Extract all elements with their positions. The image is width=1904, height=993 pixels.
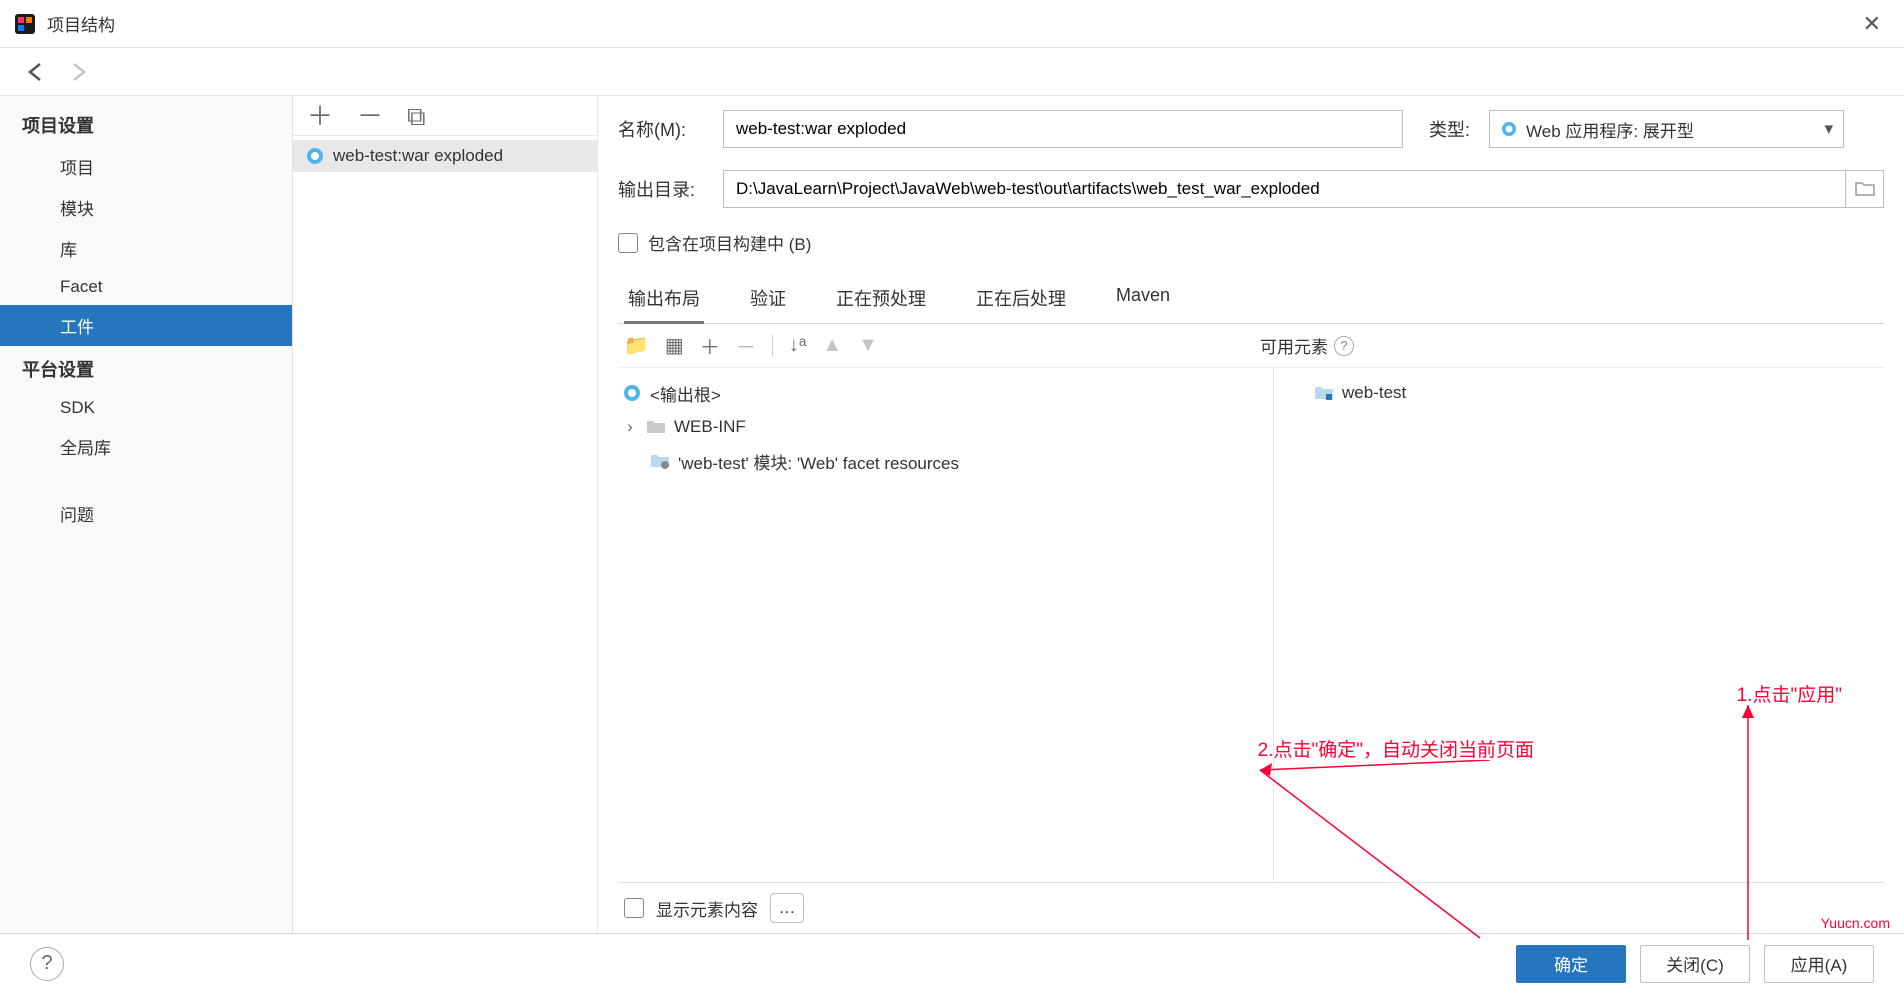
window-title: 项目结构 <box>47 11 115 36</box>
output-tree: <输出根> › WEB-INF 'web-test' 模块: 'Web' fac… <box>618 368 1274 882</box>
artifact-toolbar: ＋ － ⧉ <box>293 96 597 136</box>
type-select[interactable]: Web 应用程序: 展开型 ▾ <box>1489 110 1844 148</box>
titlebar: 项目结构 ✕ <box>0 0 1904 48</box>
folder-icon <box>646 417 666 437</box>
root-icon <box>622 383 642 403</box>
show-more-button[interactable]: … <box>770 893 804 923</box>
copy-icon[interactable]: ⧉ <box>407 103 426 129</box>
sidebar-item-project[interactable]: 项目 <box>0 146 292 187</box>
help-icon[interactable]: ? <box>1334 336 1354 356</box>
sidebar-item-libraries[interactable]: 库 <box>0 228 292 269</box>
back-arrow-icon[interactable] <box>24 60 48 84</box>
move-up-icon[interactable]: ▲ <box>822 334 842 357</box>
sidebar-header-project-settings: 项目设置 <box>0 102 292 146</box>
output-dir-label: 输出目录: <box>618 176 723 202</box>
sort-icon[interactable]: ↓ᵃ <box>789 334 806 357</box>
sidebar-item-facet[interactable]: Facet <box>0 269 292 305</box>
browse-folder-button[interactable] <box>1846 170 1884 208</box>
add-icon[interactable]: ＋ <box>307 103 333 129</box>
sidebar-header-platform-settings: 平台设置 <box>0 346 292 390</box>
sidebar-item-problems[interactable]: 问题 <box>0 493 292 534</box>
chevron-down-icon: ▾ <box>1824 119 1833 139</box>
tab-output-layout[interactable]: 输出布局 <box>624 275 704 324</box>
include-build-checkbox[interactable] <box>618 233 638 253</box>
content-panel: 名称(M): 类型: Web 应用程序: 展开型 ▾ 输出目录: 包含在项目构建… <box>598 96 1904 933</box>
sidebar-item-modules[interactable]: 模块 <box>0 187 292 228</box>
add-copy-icon[interactable]: ＋ <box>700 331 720 360</box>
output-dir-input[interactable] <box>723 170 1846 208</box>
tabs: 输出布局 验证 正在预处理 正在后处理 Maven <box>618 275 1884 324</box>
show-content-label: 显示元素内容 <box>656 896 758 921</box>
sidebar-item-sdk[interactable]: SDK <box>0 390 292 426</box>
remove-item-icon[interactable]: － <box>736 331 756 360</box>
ok-button[interactable]: 确定 <box>1516 945 1626 983</box>
artifact-list-label: web-test:war exploded <box>333 146 503 166</box>
tab-validate[interactable]: 验证 <box>746 275 790 323</box>
sidebar: 项目设置 项目 模块 库 Facet 工件 平台设置 SDK 全局库 问题 <box>0 96 293 933</box>
new-folder-icon[interactable]: 📁 <box>624 333 649 358</box>
facet-folder-icon <box>650 451 670 471</box>
forward-arrow-icon[interactable] <box>66 60 90 84</box>
tree-webinf-label[interactable]: WEB-INF <box>674 417 746 437</box>
tree-root-label[interactable]: <输出根> <box>650 381 721 406</box>
type-value: Web 应用程序: 展开型 <box>1526 117 1694 142</box>
apply-button[interactable]: 应用(A) <box>1764 945 1874 983</box>
include-build-label: 包含在项目构建中 (B) <box>648 230 811 255</box>
type-label: 类型: <box>1429 116 1489 142</box>
artifact-list-panel: ＋ － ⧉ web-test:war exploded <box>293 96 598 933</box>
intellij-logo-icon <box>15 14 35 34</box>
help-button[interactable]: ? <box>30 947 64 981</box>
sidebar-item-global-libs[interactable]: 全局库 <box>0 426 292 467</box>
new-archive-icon[interactable]: ▦ <box>665 333 684 358</box>
artifact-list-item[interactable]: web-test:war exploded <box>293 140 597 172</box>
name-label: 名称(M): <box>618 116 723 142</box>
move-down-icon[interactable]: ▼ <box>858 334 878 357</box>
tab-preprocess[interactable]: 正在预处理 <box>832 275 930 323</box>
name-input[interactable] <box>723 110 1403 148</box>
close-button[interactable]: 关闭(C) <box>1640 945 1750 983</box>
tab-postprocess[interactable]: 正在后处理 <box>972 275 1070 323</box>
layout-toolbar: 📁 ▦ ＋ － ↓ᵃ ▲ ▼ 可用元素 ? <box>618 324 1884 368</box>
module-folder-icon <box>1314 383 1334 403</box>
folder-icon <box>1855 181 1875 197</box>
available-tree-label[interactable]: web-test <box>1342 383 1406 403</box>
available-elements-header: 可用元素 ? <box>1260 333 1884 358</box>
watermark: Yuucn.com <box>1821 915 1890 931</box>
window-close-icon[interactable]: ✕ <box>1855 11 1889 37</box>
web-type-icon <box>1500 120 1518 138</box>
footer: ? 确定 关闭(C) 应用(A) <box>0 933 1904 993</box>
chevron-right-icon[interactable]: › <box>622 417 638 437</box>
available-elements-label: 可用元素 <box>1260 333 1328 358</box>
tree-facet-label[interactable]: 'web-test' 模块: 'Web' facet resources <box>678 449 959 474</box>
web-artifact-icon <box>305 146 325 166</box>
show-content-checkbox[interactable] <box>624 898 644 918</box>
nav-row <box>0 48 1904 96</box>
sidebar-item-artifacts[interactable]: 工件 <box>0 305 292 346</box>
remove-icon[interactable]: － <box>357 103 383 129</box>
available-tree: web-test <box>1274 368 1884 882</box>
tab-maven[interactable]: Maven <box>1112 275 1174 323</box>
